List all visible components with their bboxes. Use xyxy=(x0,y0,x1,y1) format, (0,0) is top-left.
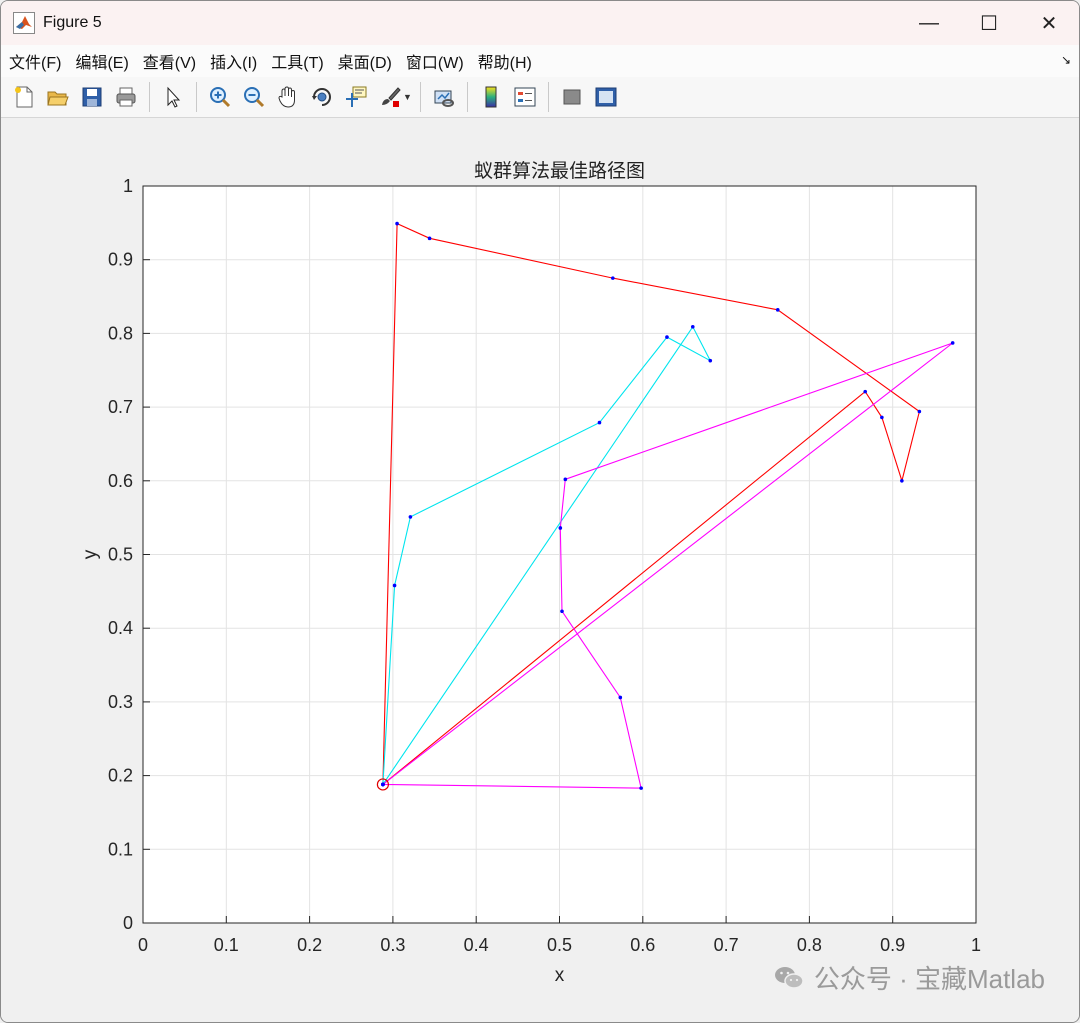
city-point xyxy=(950,341,955,345)
zoom-in-icon[interactable] xyxy=(205,82,235,112)
menu-file[interactable]: 文件(F) xyxy=(1,49,67,73)
y-tick-label: 0.4 xyxy=(108,618,133,638)
show-plot-tools-icon[interactable] xyxy=(591,82,621,112)
city-point xyxy=(863,389,868,394)
menu-view[interactable]: 查看(V) xyxy=(135,49,202,73)
y-tick-label: 0.1 xyxy=(108,839,133,859)
city-point xyxy=(395,221,399,226)
menu-help[interactable]: 帮助(H) xyxy=(470,49,538,73)
pan-hand-icon[interactable] xyxy=(273,82,303,112)
print-icon[interactable] xyxy=(111,82,141,112)
window-title: Figure 5 xyxy=(43,14,102,31)
y-tick-label: 0.5 xyxy=(108,545,133,565)
menu-edit[interactable]: 编辑(E) xyxy=(67,49,134,73)
brush-icon[interactable] xyxy=(375,82,405,112)
x-tick-label: 0.8 xyxy=(797,935,822,955)
city-point xyxy=(917,409,922,414)
city-point xyxy=(597,420,602,425)
x-tick-label: 0.6 xyxy=(630,935,655,955)
toolbar-separator xyxy=(419,82,421,112)
pointer-icon[interactable] xyxy=(158,82,188,112)
toolbar-separator xyxy=(149,82,150,112)
y-axis-label: y xyxy=(80,549,101,559)
x-tick-label: 0.1 xyxy=(214,935,239,955)
x-tick-label: 0 xyxy=(138,935,148,955)
x-tick-label: 0.7 xyxy=(714,935,739,955)
watermark-text: 公众号 · 宝藏Matlab xyxy=(813,964,1045,994)
y-tick-label: 0.8 xyxy=(108,323,133,343)
city-point xyxy=(392,583,397,588)
y-tick-label: 0.6 xyxy=(108,471,133,491)
wechat-icon xyxy=(774,966,804,989)
figure-window: Figure 5 — ☐ ✕ 文件(F) 编辑(E) 查看(V) 插入(I) 工… xyxy=(0,0,1080,1023)
toolbar-separator xyxy=(196,82,197,112)
watermark: 公众号 · 宝藏Matlab xyxy=(774,959,1045,996)
colorbar-icon[interactable] xyxy=(476,82,506,112)
y-tick-label: 0.2 xyxy=(108,766,133,786)
minimize-button[interactable]: — xyxy=(899,1,959,45)
city-point xyxy=(563,477,568,482)
plot-canvas[interactable]: 0 0.1 0.2 0.3 0.4 0.5 0.6 0.7 0.8 0.9 1 0 0.1 0.2 0.3… xyxy=(1,118,1079,1022)
y-tick-label: 0.9 xyxy=(108,250,133,270)
title-bar[interactable]: Figure 5 — ☐ ✕ xyxy=(1,1,1079,45)
x-tick-label: 0.2 xyxy=(297,935,322,955)
city-point xyxy=(690,324,695,329)
city-point xyxy=(708,358,713,363)
toolbar-separator xyxy=(547,82,549,112)
city-point xyxy=(880,415,884,420)
chart-title: 蚁群算法最佳路径图 xyxy=(474,160,645,182)
x-tick-label: 0.4 xyxy=(464,935,489,955)
menu-desktop[interactable]: 桌面(D) xyxy=(330,49,398,73)
y-tick-label: 1 xyxy=(123,176,133,196)
city-point xyxy=(665,335,669,339)
menu-bar: 文件(F) 编辑(E) 查看(V) 插入(I) 工具(T) 桌面(D) 窗口(W… xyxy=(1,45,1079,77)
city-point xyxy=(408,515,413,519)
city-point xyxy=(775,308,780,312)
save-icon[interactable] xyxy=(77,82,107,112)
toolbar-separator xyxy=(466,82,468,112)
rotate-3d-icon[interactable] xyxy=(307,82,337,112)
x-tick-label: 1 xyxy=(971,935,981,955)
city-point xyxy=(558,526,563,530)
city-point xyxy=(560,609,564,614)
dock-arrow-icon[interactable]: ↘ xyxy=(1061,53,1071,67)
maximize-button[interactable]: ☐ xyxy=(959,1,1019,45)
x-tick-label: 0.9 xyxy=(880,935,905,955)
city-point xyxy=(427,236,432,241)
open-file-icon[interactable] xyxy=(43,82,73,112)
depot-point xyxy=(381,782,385,787)
legend-icon[interactable] xyxy=(510,82,540,112)
city-point xyxy=(611,276,615,280)
x-tick-label: 0.3 xyxy=(380,935,405,955)
menu-window[interactable]: 窗口(W) xyxy=(398,49,470,73)
y-tick-label: 0.7 xyxy=(108,397,133,417)
city-point xyxy=(639,786,643,790)
matlab-logo-icon xyxy=(13,12,35,34)
x-axis-label: x xyxy=(555,965,565,986)
menu-insert[interactable]: 插入(I) xyxy=(202,49,263,73)
figure-toolbar: ▼ xyxy=(1,77,1079,118)
close-button[interactable]: ✕ xyxy=(1019,1,1079,45)
zoom-out-icon[interactable] xyxy=(239,82,269,112)
city-point xyxy=(900,479,904,483)
brush-dropdown-icon[interactable]: ▼ xyxy=(403,92,412,102)
menu-tools[interactable]: 工具(T) xyxy=(263,49,329,73)
hide-plot-tools-icon[interactable] xyxy=(557,82,587,112)
city-point xyxy=(618,695,623,700)
data-cursor-icon[interactable] xyxy=(341,82,371,112)
new-figure-icon[interactable] xyxy=(9,82,39,112)
y-tick-label: 0 xyxy=(123,913,133,933)
y-tick-label: 0.3 xyxy=(108,692,133,712)
x-tick-label: 0.5 xyxy=(547,935,572,955)
link-plot-icon[interactable] xyxy=(429,82,459,112)
